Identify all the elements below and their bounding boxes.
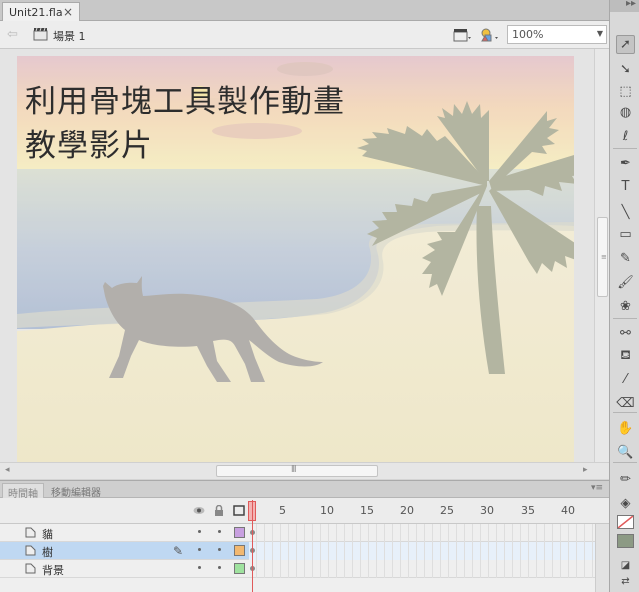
tool-separator [613,318,637,319]
edit-scene-icon[interactable] [452,26,472,44]
tools-panel-grip[interactable]: ▸▸ [610,0,639,12]
frame-number: 40 [561,504,575,517]
eraser-tool-icon[interactable]: ⌫ [616,394,635,413]
stage-canvas[interactable]: 利用骨塊工具製作動畫 教學影片 [17,56,574,463]
layer-outline-color[interactable] [234,563,245,574]
tab-motion-editor[interactable]: 移動編輯器 [46,483,106,499]
layer-list: 貓 樹 ✎ 背景 [0,524,609,592]
tools-panel: ▸▸ ➚ ➘ ⬚ ◍ ℓ ✒ T ╲ ▭ ✎ 🖌 ❀ ⚯ ⛾ ⁄ ⌫ ✋ 🔍 ✏ ◈ ◪ ⇄ [609,0,639,592]
visibility-dot[interactable] [198,566,201,569]
scene-icon [33,27,48,41]
vertical-scroll-thumb[interactable]: ≡ [597,217,608,297]
timeline-header: 5 10 15 20 25 30 35 40 [0,498,609,524]
frame-number: 30 [480,504,494,517]
paint-bucket-tool-icon[interactable]: ⛾ [616,346,635,365]
frame-ruler[interactable]: 5 10 15 20 25 30 35 40 [247,498,595,524]
tool-separator [613,462,637,463]
panel-menu-icon[interactable]: ▾≡ [591,483,603,493]
stage-vertical-scrollbar[interactable]: ≡ [594,49,609,462]
playhead-line [252,500,253,592]
selection-tool-icon[interactable]: ➚ [616,35,635,54]
zoom-select[interactable]: 100% ▼ [507,25,607,44]
edit-symbols-icon[interactable] [479,26,499,44]
close-icon[interactable]: × [63,5,73,19]
visibility-dot[interactable] [198,548,201,551]
scene-label: 場景 1 [53,30,86,43]
deco-tool-icon[interactable]: ❀ [616,297,635,316]
text-tool-icon[interactable]: T [616,177,635,196]
layer-outline-color[interactable] [234,527,245,538]
lock-dot[interactable] [218,530,221,533]
3d-rotation-tool-icon[interactable]: ◍ [616,103,635,122]
outline-icon[interactable] [233,505,245,516]
bone-tool-icon[interactable]: ⚯ [616,324,635,343]
lock-dot[interactable] [218,566,221,569]
scroll-right-icon[interactable]: ▸ [583,465,588,475]
layer-frames[interactable] [249,524,595,542]
lasso-tool-icon[interactable]: ℓ [616,127,635,146]
frame-number: 20 [400,504,414,517]
frame-number: 5 [279,504,286,517]
timeline-panel-tabs: 時間軸 移動編輯器 ▾≡ [0,480,609,500]
timeline-vertical-scrollbar[interactable] [595,524,609,592]
beach-scene-artwork: 利用骨塊工具製作動畫 教學影片 [17,56,574,463]
pencil-tool-icon[interactable]: ✎ [616,249,635,268]
document-tab-title: Unit21.fla [9,6,63,19]
layer-row-cat[interactable]: 貓 [0,524,595,542]
frame-number: 15 [360,504,374,517]
lock-dot[interactable] [218,548,221,551]
zoom-tool-icon[interactable]: 🔍 [616,443,635,462]
pencil-icon: ✎ [173,544,184,558]
frame-number: 25 [440,504,454,517]
eye-icon[interactable] [193,505,205,516]
edit-bar: ⇦ 場景 1 100% ▼ [0,21,609,49]
tab-timeline[interactable]: 時間軸 [2,483,44,500]
hand-tool-icon[interactable]: ✋ [616,419,635,438]
flash-workspace: Unit21.fla × ⇦ 場景 1 100% ▼ 利用骨塊工具製作動畫 教學… [0,0,639,592]
brush-tool-icon[interactable]: 🖌 [616,273,635,292]
swap-colors-icon[interactable]: ⇄ [616,572,635,591]
scroll-left-icon[interactable]: ◂ [5,465,10,475]
stage-horizontal-scrollbar[interactable]: ◂ lll ▸ [0,462,609,479]
free-transform-tool-icon[interactable]: ⬚ [616,82,635,101]
layer-name[interactable]: 背景 [42,562,64,578]
document-tab[interactable]: Unit21.fla × [2,2,80,21]
document-tab-bar: Unit21.fla × [0,0,609,21]
stage-area: 利用骨塊工具製作動畫 教學影片 ≡ [0,49,609,463]
layer-icon [25,545,36,556]
zoom-value: 100% [512,28,544,41]
lock-icon[interactable] [213,505,225,516]
layer-row-tree[interactable]: 樹 ✎ [0,542,595,560]
pen-tool-icon[interactable]: ✒ [616,154,635,173]
layer-frames[interactable] [249,542,595,560]
chevron-down-icon: ▼ [596,29,603,38]
layer-icon [25,527,36,538]
frame-number: 35 [521,504,535,517]
layer-row-background[interactable]: 背景 [0,560,595,578]
visibility-dot[interactable] [198,530,201,533]
eyedropper-tool-icon[interactable]: ⁄ [616,370,635,389]
fill-color-icon[interactable]: ◈ [616,494,635,513]
frame-number: 10 [320,504,334,517]
layer-outline-color[interactable] [234,545,245,556]
back-arrow-icon[interactable]: ⇦ [7,27,18,42]
stroke-color-swatch[interactable] [617,515,634,529]
rectangle-tool-icon[interactable]: ▭ [616,225,635,244]
line-tool-icon[interactable]: ╲ [616,203,635,222]
horizontal-scroll-thumb[interactable]: lll [216,465,378,477]
subselection-tool-icon[interactable]: ➘ [616,60,635,79]
stroke-color-icon[interactable]: ✏ [616,470,635,489]
layer-frames[interactable] [249,560,595,578]
fill-color-swatch[interactable] [617,534,634,548]
layer-name[interactable]: 樹 [42,544,53,560]
layer-icon [25,563,36,574]
layer-name[interactable]: 貓 [42,526,53,542]
tool-separator [613,148,637,149]
